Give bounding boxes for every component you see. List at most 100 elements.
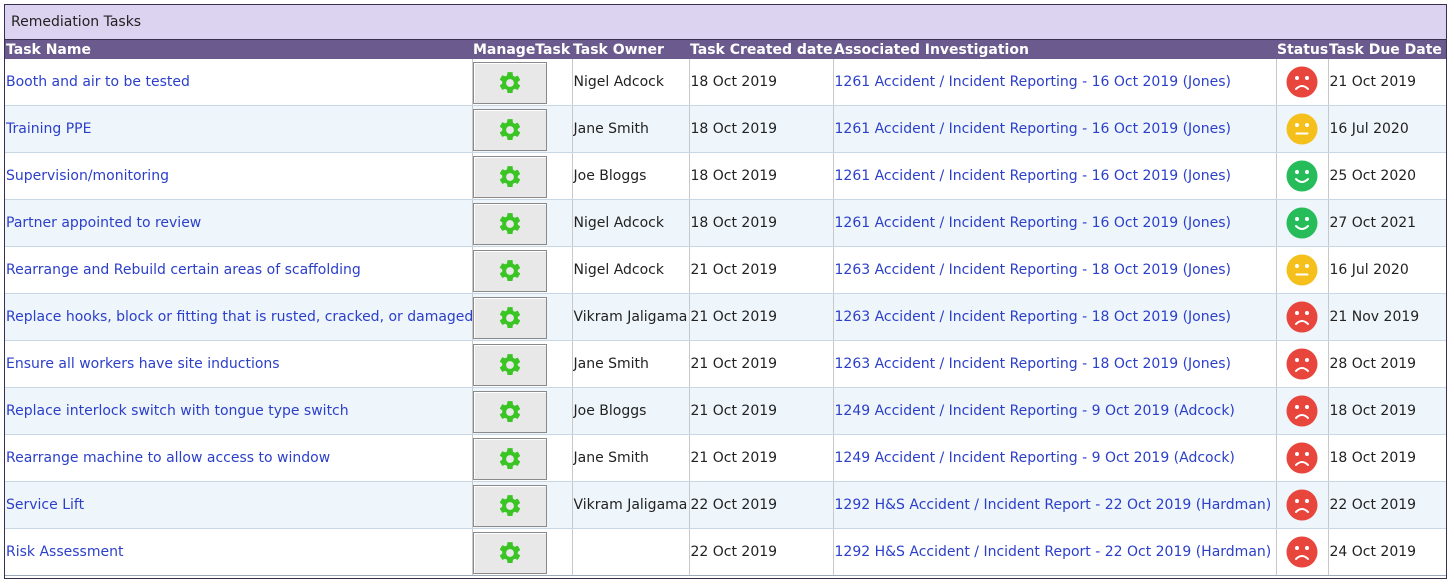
- task-name-link[interactable]: Replace hooks, block or fitting that is …: [6, 309, 472, 325]
- investigation-cell: 1263 Accident / Incident Reporting - 18 …: [832, 246, 1276, 294]
- manage-task-cell: [471, 105, 572, 153]
- task-name-link[interactable]: Rearrange and Rebuild certain areas of s…: [6, 262, 361, 278]
- investigation-link[interactable]: 1261 Accident / Incident Reporting - 16 …: [835, 121, 1231, 137]
- created-date-cell: 22 Oct 2019: [688, 481, 833, 529]
- sad-face-icon: [1286, 301, 1318, 333]
- manage-task-cell: [471, 340, 572, 388]
- header-due-date[interactable]: Task Due Date: [1328, 40, 1446, 59]
- task-name-link[interactable]: Supervision/monitoring: [6, 168, 169, 184]
- sad-face-icon: [1286, 348, 1318, 380]
- sad-face-icon: [1286, 442, 1318, 474]
- manage-task-button[interactable]: [473, 108, 547, 151]
- task-name-cell: Rearrange machine to allow access to win…: [5, 434, 472, 482]
- task-owner-cell: Joe Bloggs: [571, 152, 689, 200]
- manage-task-button[interactable]: [473, 531, 547, 574]
- gear-icon: [499, 118, 520, 140]
- investigation-link[interactable]: 1261 Accident / Incident Reporting - 16 …: [835, 168, 1231, 184]
- header-created-date[interactable]: Task Created date: [689, 40, 833, 59]
- task-name-link[interactable]: Ensure all workers have site inductions: [6, 356, 280, 372]
- gear-icon: [499, 306, 520, 328]
- table-row: Booth and air to be tested Nigel Adcock …: [5, 59, 1446, 106]
- manage-task-button[interactable]: [473, 390, 547, 433]
- gear-icon: [499, 353, 520, 375]
- header-task-name[interactable]: Task Name: [5, 40, 472, 59]
- created-date-cell: 21 Oct 2019: [688, 340, 833, 388]
- manage-task-button[interactable]: [473, 61, 547, 104]
- gear-icon: [499, 494, 520, 516]
- gear-icon: [499, 71, 520, 93]
- manage-task-button[interactable]: [473, 484, 547, 527]
- investigation-link[interactable]: 1263 Accident / Incident Reporting - 18 …: [835, 262, 1231, 278]
- investigation-link[interactable]: 1292 H&S Accident / Incident Report - 22…: [835, 497, 1272, 513]
- due-date-cell: 27 Oct 2021: [1327, 199, 1446, 247]
- investigation-link[interactable]: 1261 Accident / Incident Reporting - 16 …: [835, 74, 1231, 90]
- task-name-cell: Supervision/monitoring: [5, 152, 472, 200]
- created-date-cell: 18 Oct 2019: [688, 152, 833, 200]
- status-cell: [1275, 387, 1328, 435]
- table-row: Ensure all workers have site inductions …: [5, 340, 1446, 388]
- status-cell: [1275, 199, 1328, 247]
- investigation-link[interactable]: 1292 H&S Accident / Incident Report - 22…: [835, 544, 1272, 560]
- investigation-link[interactable]: 1249 Accident / Incident Reporting - 9 O…: [835, 403, 1235, 419]
- manage-task-cell: [471, 246, 572, 294]
- investigation-link[interactable]: 1263 Accident / Incident Reporting - 18 …: [835, 356, 1231, 372]
- investigation-cell: 1261 Accident / Incident Reporting - 16 …: [832, 105, 1276, 153]
- due-date-cell: 25 Oct 2020: [1327, 152, 1446, 200]
- task-name-link[interactable]: Risk Assessment: [6, 544, 123, 560]
- task-name-link[interactable]: Partner appointed to review: [6, 215, 201, 231]
- header-status[interactable]: Status: [1276, 40, 1328, 59]
- due-date-cell: 21 Oct 2019: [1327, 59, 1446, 106]
- manage-task-cell: [471, 387, 572, 435]
- task-name-link[interactable]: Training PPE: [6, 121, 91, 137]
- happy-face-icon: [1286, 207, 1318, 239]
- gear-icon: [499, 541, 520, 563]
- task-owner-cell: Jane Smith: [571, 105, 689, 153]
- manage-task-cell: [471, 481, 572, 529]
- status-cell: [1275, 59, 1328, 106]
- task-name-cell: Service Lift: [5, 481, 472, 529]
- created-date-cell: 18 Oct 2019: [688, 199, 833, 247]
- task-name-link[interactable]: Replace interlock switch with tongue typ…: [6, 403, 349, 419]
- created-date-cell: 21 Oct 2019: [688, 387, 833, 435]
- task-name-cell: Partner appointed to review: [5, 199, 472, 247]
- manage-task-button[interactable]: [473, 437, 547, 480]
- sad-face-icon: [1286, 536, 1318, 568]
- investigation-cell: 1263 Accident / Incident Reporting - 18 …: [832, 293, 1276, 341]
- status-cell: [1275, 434, 1328, 482]
- task-owner-cell: [571, 528, 689, 576]
- header-associated-investigation[interactable]: Associated Investigation: [833, 40, 1276, 59]
- task-name-link[interactable]: Rearrange machine to allow access to win…: [6, 450, 330, 466]
- task-owner-cell: Jane Smith: [571, 434, 689, 482]
- due-date-cell: 16 Jul 2020: [1327, 105, 1446, 153]
- manage-task-cell: [471, 152, 572, 200]
- gear-icon: [499, 447, 520, 469]
- created-date-cell: 21 Oct 2019: [688, 434, 833, 482]
- gear-icon: [499, 165, 520, 187]
- investigation-link[interactable]: 1263 Accident / Incident Reporting - 18 …: [835, 309, 1231, 325]
- task-name-cell: Booth and air to be tested: [5, 59, 472, 106]
- manage-task-button[interactable]: [473, 296, 547, 339]
- manage-task-button[interactable]: [473, 343, 547, 386]
- header-task-owner[interactable]: Task Owner: [572, 40, 689, 59]
- task-owner-cell: Nigel Adcock: [571, 246, 689, 294]
- table-row: Service Lift Vikram Jaligama 22 Oct 2019…: [5, 481, 1446, 529]
- task-name-cell: Rearrange and Rebuild certain areas of s…: [5, 246, 472, 294]
- investigation-link[interactable]: 1261 Accident / Incident Reporting - 16 …: [835, 215, 1231, 231]
- status-cell: [1275, 528, 1328, 576]
- sad-face-icon: [1286, 66, 1318, 98]
- task-name-cell: Training PPE: [5, 105, 472, 153]
- manage-task-button[interactable]: [473, 249, 547, 292]
- investigation-link[interactable]: 1249 Accident / Incident Reporting - 9 O…: [835, 450, 1235, 466]
- created-date-cell: 18 Oct 2019: [688, 105, 833, 153]
- created-date-cell: 18 Oct 2019: [688, 59, 833, 106]
- task-owner-cell: Vikram Jaligama: [571, 293, 689, 341]
- manage-task-button[interactable]: [473, 155, 547, 198]
- task-owner-cell: Nigel Adcock: [571, 199, 689, 247]
- task-name-link[interactable]: Service Lift: [6, 497, 84, 513]
- manage-task-button[interactable]: [473, 202, 547, 245]
- task-name-link[interactable]: Booth and air to be tested: [6, 74, 190, 90]
- task-name-cell: Replace hooks, block or fitting that is …: [5, 293, 472, 341]
- status-cell: [1275, 246, 1328, 294]
- table-header-row: Task Name ManageTask Task Owner Task Cre…: [5, 40, 1446, 59]
- table-row: Rearrange and Rebuild certain areas of s…: [5, 246, 1446, 294]
